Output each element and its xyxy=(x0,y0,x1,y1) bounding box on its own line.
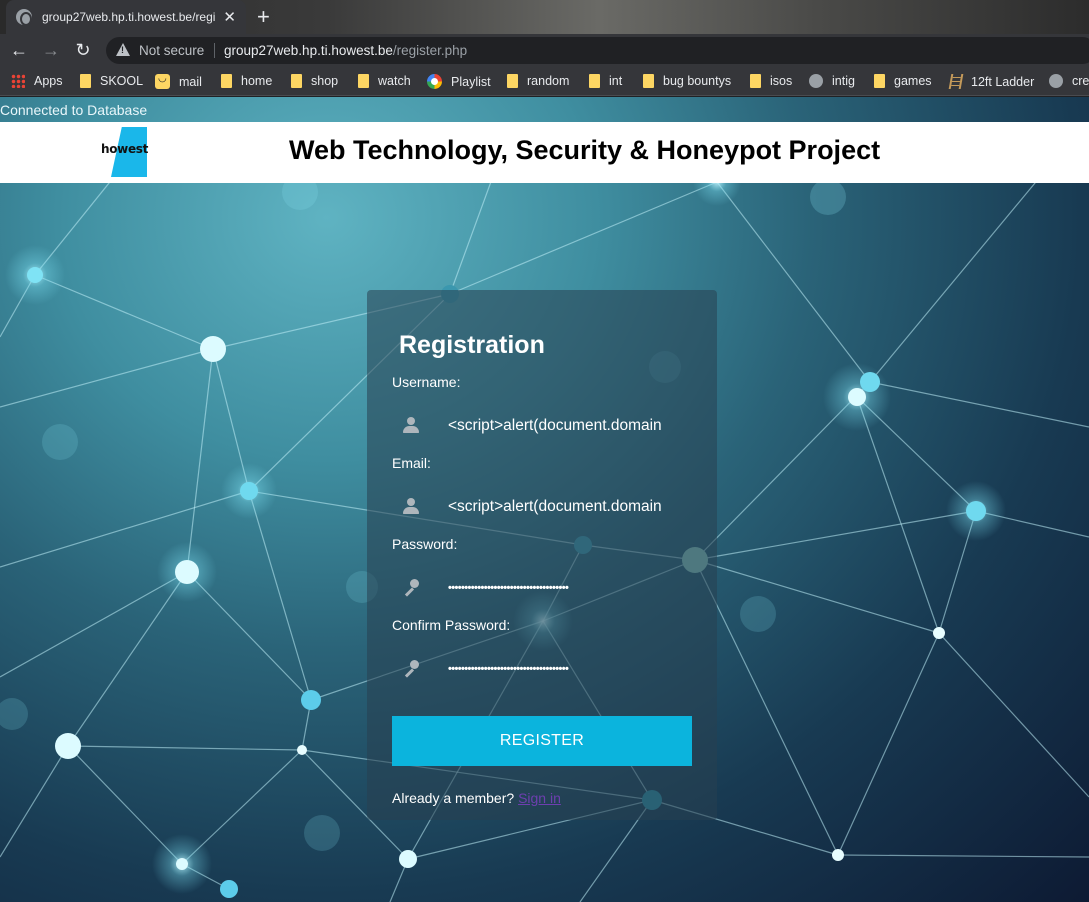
apps-icon xyxy=(11,74,25,88)
tab-title: group27web.hp.ti.howest.be/register.php xyxy=(42,10,216,24)
security-label[interactable]: Not secure xyxy=(139,43,204,58)
bookmark-skool[interactable]: SKOOL xyxy=(80,74,143,88)
bookmark-label: home xyxy=(241,74,273,88)
bookmark-12ft-ladder[interactable]: 12ft Ladder xyxy=(948,74,1035,89)
key-icon xyxy=(402,578,420,596)
folder-icon xyxy=(589,74,600,88)
folder-icon xyxy=(291,74,302,88)
browser-tab[interactable]: group27web.hp.ti.howest.be/register.php … xyxy=(6,0,246,34)
folder-icon xyxy=(221,74,232,88)
email-input[interactable]: <script>alert(document.domain xyxy=(448,493,692,521)
member-prompt-text: Already a member? xyxy=(392,790,515,806)
bookmark-isos[interactable]: isos xyxy=(750,74,792,88)
bookmark-label: random xyxy=(527,74,570,88)
reload-button[interactable]: ↻ xyxy=(71,38,95,62)
site-header: howest Web Technology, Security & Honeyp… xyxy=(0,122,1089,183)
back-button[interactable]: ← xyxy=(7,38,31,62)
register-button[interactable]: REGISTER xyxy=(392,716,692,766)
bookmark-apps[interactable]: Apps xyxy=(11,74,63,88)
key-icon xyxy=(402,659,420,677)
registration-form: Registration Username: <script>alert(doc… xyxy=(367,290,717,820)
confirm-password-input[interactable]: ••••••••••••••••••••••••••••••••••••• xyxy=(448,655,692,683)
bookmark-label: SKOOL xyxy=(100,74,144,88)
username-input[interactable]: <script>alert(document.domain xyxy=(448,412,692,440)
bookmark-label: isos xyxy=(770,74,793,88)
folder-icon xyxy=(750,74,761,88)
bookmark-games[interactable]: games xyxy=(874,74,932,88)
logo-text: howest xyxy=(101,142,149,156)
folder-icon xyxy=(874,74,885,88)
password-input[interactable]: ••••••••••••••••••••••••••••••••••••• xyxy=(448,574,692,602)
username-field: <script>alert(document.domain xyxy=(392,406,692,446)
url-host: group27web.hp.ti.howest.be xyxy=(224,43,393,58)
bookmark-label: mail xyxy=(179,74,202,89)
globe-icon xyxy=(1049,74,1063,88)
url-path: /register.php xyxy=(392,43,468,58)
url-text[interactable]: group27web.hp.ti.howest.be/register.php xyxy=(224,43,467,58)
username-label: Username: xyxy=(392,374,461,390)
bookmark-label: shop xyxy=(311,74,339,88)
user-icon xyxy=(402,416,420,434)
bookmark-intig[interactable]: intig xyxy=(809,74,855,88)
folder-icon xyxy=(358,74,369,88)
bookmark-watch[interactable]: watch xyxy=(358,74,411,88)
member-prompt-row: Already a member? Sign in xyxy=(392,790,561,806)
mail-icon xyxy=(155,73,170,89)
bookmark-label: Playlist xyxy=(451,74,491,89)
bookmark-label: int xyxy=(609,74,623,88)
bookmark-label: intig xyxy=(832,74,855,88)
bookmark-cre[interactable]: cre xyxy=(1049,74,1089,88)
close-tab-icon[interactable]: ✕ xyxy=(223,8,236,26)
bookmark-label: games xyxy=(894,74,932,88)
bookmarks-bar: Apps SKOOL mail home shop watch Playlist… xyxy=(0,67,1089,96)
browser-toolbar: ← → ↻ Not secure group27web.hp.ti.howest… xyxy=(0,34,1089,67)
bookmark-random[interactable]: random xyxy=(507,74,569,88)
address-bar[interactable]: Not secure group27web.hp.ti.howest.be/re… xyxy=(106,37,1089,64)
email-label: Email: xyxy=(392,455,431,471)
folder-icon xyxy=(507,74,518,88)
bookmark-playlist[interactable]: Playlist xyxy=(427,74,491,89)
new-tab-button[interactable]: + xyxy=(257,4,270,30)
form-heading: Registration xyxy=(399,331,545,359)
warning-icon[interactable] xyxy=(116,43,130,56)
bookmark-label: bug bountys xyxy=(663,74,732,88)
confirm-password-field: ••••••••••••••••••••••••••••••••••••• xyxy=(392,649,692,689)
email-field: <script>alert(document.domain xyxy=(392,487,692,527)
confirm-password-label: Confirm Password: xyxy=(392,617,511,633)
bookmark-label: 12ft Ladder xyxy=(971,74,1035,89)
db-status-text: Connected to Database xyxy=(0,102,148,118)
folder-icon xyxy=(643,74,654,88)
folder-icon xyxy=(80,74,91,88)
ladder-icon xyxy=(948,74,964,89)
password-field: ••••••••••••••••••••••••••••••••••••• xyxy=(392,568,692,608)
page-title: Web Technology, Security & Honeypot Proj… xyxy=(289,135,881,165)
google-icon xyxy=(427,74,442,89)
bookmark-bug-bountys[interactable]: bug bountys xyxy=(643,74,731,88)
bookmark-label: cre xyxy=(1072,74,1089,88)
bookmark-mail[interactable]: mail xyxy=(155,73,202,89)
page-viewport: Connected to Database howest Web Technol… xyxy=(0,97,1089,902)
tab-strip: group27web.hp.ti.howest.be/register.php … xyxy=(0,0,1089,34)
bookmark-label: Apps xyxy=(34,74,63,88)
bookmark-label: watch xyxy=(378,74,411,88)
forward-button[interactable]: → xyxy=(39,38,63,62)
bookmark-int[interactable]: int xyxy=(589,74,622,88)
url-divider xyxy=(214,43,215,58)
password-label: Password: xyxy=(392,536,458,552)
globe-icon xyxy=(16,9,32,26)
bookmark-shop[interactable]: shop xyxy=(291,74,338,88)
globe-icon xyxy=(809,74,823,88)
user-icon xyxy=(402,497,420,515)
bookmark-home[interactable]: home xyxy=(221,74,272,88)
howest-logo: howest xyxy=(101,127,149,177)
signin-link[interactable]: Sign in xyxy=(518,790,561,806)
